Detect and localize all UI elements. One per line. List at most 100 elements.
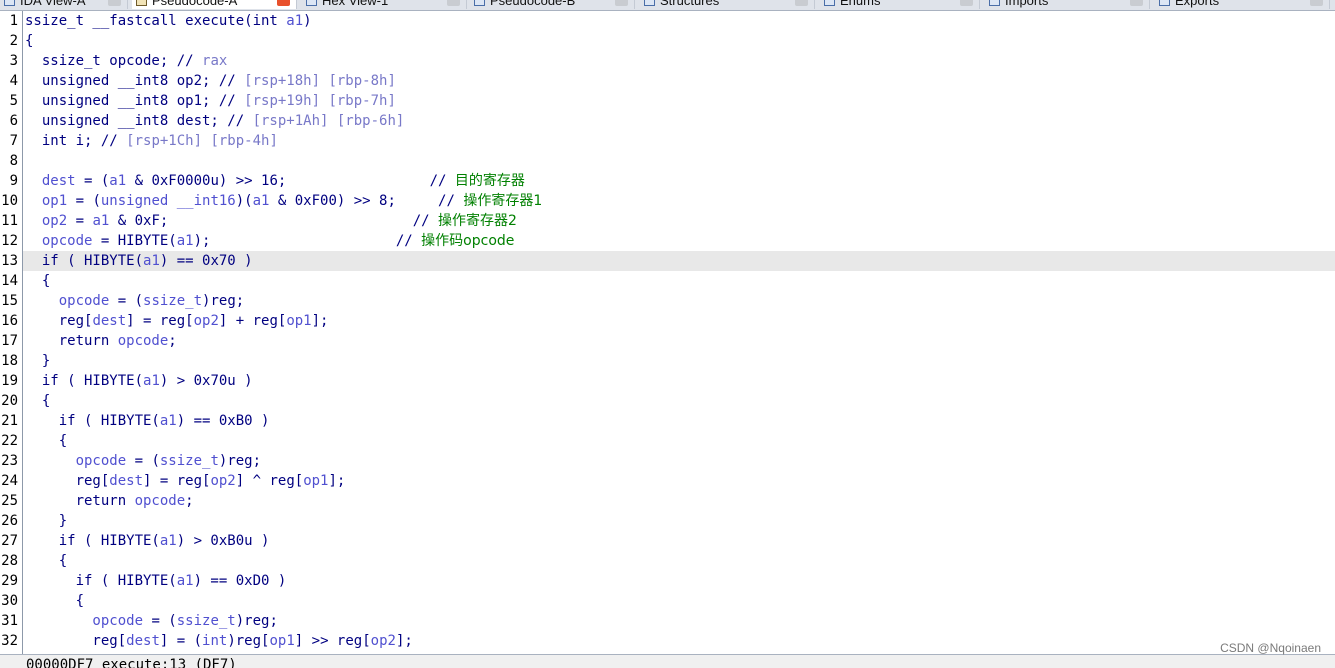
code-line[interactable]: if ( HIBYTE(a1) == 0xD0 ) xyxy=(25,571,287,591)
code-identifier[interactable]: op1 xyxy=(25,193,67,209)
code-token: ]; xyxy=(328,473,346,489)
code-identifier[interactable]: a1 xyxy=(253,193,270,209)
code-identifier[interactable]: dest xyxy=(25,173,76,189)
code-line[interactable]: reg[dest] = reg[op2] + reg[op1]; xyxy=(25,311,329,331)
code-identifier[interactable]: ssize_t xyxy=(160,453,219,469)
code-line[interactable]: opcode = HIBYTE(a1); // 操作码opcode xyxy=(25,231,515,251)
close-tab-icon[interactable] xyxy=(1130,0,1143,6)
tab-label: Structures xyxy=(660,0,720,8)
line-number: 4 xyxy=(9,73,18,89)
code-line[interactable]: op1 = (unsigned __int16)(a1 & 0xF00) >> … xyxy=(25,191,542,211)
code-identifier[interactable]: opcode xyxy=(118,333,169,349)
tab-pseudocode-a[interactable]: Pseudocode-A xyxy=(132,0,297,9)
tab-imports[interactable]: Imports xyxy=(985,0,1150,9)
tab-pseudocode-b[interactable]: Pseudocode-B xyxy=(470,0,635,9)
close-tab-icon[interactable] xyxy=(108,0,121,6)
code-token: = ( xyxy=(109,293,144,309)
code-line[interactable]: { xyxy=(25,271,50,291)
close-tab-icon[interactable] xyxy=(1310,0,1323,6)
code-identifier[interactable]: ssize_t xyxy=(143,293,202,309)
tab-hex-view-1[interactable]: Hex View-1 xyxy=(302,0,467,9)
code-line[interactable]: if ( HIBYTE(a1) == 0x70 ) xyxy=(25,251,253,271)
code-line[interactable]: if ( HIBYTE(a1) == 0xB0 ) xyxy=(25,411,270,431)
code-line[interactable]: { xyxy=(25,431,67,451)
code-line[interactable]: dest = (a1 & 0xF0000u) >> 16; // 目的寄存器 xyxy=(25,171,525,191)
code-identifier[interactable]: opcode xyxy=(135,493,186,509)
code-line[interactable]: } xyxy=(25,351,50,371)
code-token: & 0xF; // xyxy=(109,213,439,229)
code-identifier[interactable]: a1 xyxy=(143,253,160,269)
code-token: reg[ xyxy=(25,633,127,649)
code-line[interactable]: opcode = (ssize_t)reg; xyxy=(25,451,261,471)
code-line[interactable]: return opcode; xyxy=(25,491,194,511)
code-line[interactable]: { xyxy=(25,551,67,571)
code-identifier[interactable]: a1 xyxy=(143,373,160,389)
code-line[interactable]: reg[dest] = (int)reg[op1] >> reg[op2]; xyxy=(25,631,412,651)
line-number: 1 xyxy=(9,13,18,29)
code-identifier[interactable]: a1 xyxy=(160,413,177,429)
tab-exports[interactable]: Exports xyxy=(1155,0,1330,9)
code-identifier[interactable]: op2 xyxy=(194,313,219,329)
pseudocode-view[interactable]: ssize_t __fastcall execute(int a1) { ssiz… xyxy=(23,11,1335,654)
code-identifier[interactable]: a1 xyxy=(177,573,194,589)
code-line[interactable]: ssize_t opcode; // rax xyxy=(25,51,227,71)
code-identifier[interactable]: opcode xyxy=(25,453,127,469)
code-identifier[interactable]: op2 xyxy=(371,633,396,649)
code-line[interactable]: return opcode; xyxy=(25,331,177,351)
code-line[interactable]: int i; // [rsp+1Ch] [rbp-4h] xyxy=(25,131,278,151)
code-line[interactable]: } xyxy=(25,511,67,531)
code-identifier[interactable]: dest xyxy=(109,473,143,489)
tab-view-icon xyxy=(4,0,15,6)
code-identifier[interactable]: a1 xyxy=(177,233,194,249)
code-line[interactable]: unsigned __int8 op1; // [rsp+19h] [rbp-7… xyxy=(25,91,396,111)
code-identifier[interactable]: a1 xyxy=(160,533,177,549)
line-number: 13 xyxy=(1,253,18,269)
close-tab-icon[interactable] xyxy=(615,0,628,6)
code-line[interactable]: reg[dest] = reg[op2] ^ reg[op1]; xyxy=(25,471,346,491)
code-token: } xyxy=(25,353,51,369)
line-number: 11 xyxy=(1,213,18,229)
code-token: ssize_t opcode; // xyxy=(25,53,203,69)
code-identifier[interactable]: op2 xyxy=(210,473,235,489)
code-line[interactable]: opcode = (ssize_t)reg; xyxy=(25,291,244,311)
code-line[interactable]: op2 = a1 & 0xF; // 操作寄存器2 xyxy=(25,211,517,231)
line-number: 31 xyxy=(1,613,18,629)
code-identifier[interactable]: opcode xyxy=(25,613,143,629)
line-number: 26 xyxy=(1,513,18,529)
close-tab-icon[interactable] xyxy=(277,0,290,6)
line-number: 17 xyxy=(1,333,18,349)
code-line[interactable]: unsigned __int8 op2; // [rsp+18h] [rbp-8… xyxy=(25,71,396,91)
code-line[interactable]: { xyxy=(25,31,33,51)
close-tab-icon[interactable] xyxy=(447,0,460,6)
code-line[interactable]: unsigned __int8 dest; // [rsp+1Ah] [rbp-… xyxy=(25,111,404,131)
tab-label: Imports xyxy=(1005,0,1049,8)
code-line[interactable]: if ( HIBYTE(a1) > 0xB0u ) xyxy=(25,531,270,551)
code-token: { xyxy=(25,273,51,289)
tab-ida-view-a[interactable]: IDA View-A xyxy=(0,0,128,9)
code-identifier[interactable]: op1 xyxy=(269,633,294,649)
code-identifier[interactable]: ssize_t xyxy=(177,613,236,629)
code-identifier[interactable]: op1 xyxy=(303,473,328,489)
close-tab-icon[interactable] xyxy=(795,0,808,6)
code-identifier[interactable]: dest xyxy=(92,313,126,329)
code-identifier[interactable]: opcode xyxy=(25,293,110,309)
code-identifier[interactable]: a1 xyxy=(109,173,126,189)
code-line[interactable]: { xyxy=(25,591,84,611)
code-identifier[interactable]: op2 xyxy=(25,213,67,229)
code-identifier[interactable]: opcode xyxy=(25,233,93,249)
code-token: unsigned __int8 dest; // xyxy=(25,113,253,129)
code-line[interactable]: { xyxy=(25,391,50,411)
close-tab-icon[interactable] xyxy=(960,0,973,6)
code-token: = ( xyxy=(126,453,160,469)
code-identifier[interactable]: unsigned __int16 xyxy=(101,193,236,209)
tab-enums[interactable]: Enums xyxy=(820,0,980,9)
code-line[interactable]: opcode = (ssize_t)reg; xyxy=(25,611,277,631)
code-identifier[interactable]: op1 xyxy=(286,313,311,329)
code-line[interactable]: if ( HIBYTE(a1) > 0x70u ) xyxy=(25,371,253,391)
code-identifier[interactable]: a1 xyxy=(286,13,303,29)
code-identifier[interactable]: a1 xyxy=(92,213,109,229)
code-identifier[interactable]: dest xyxy=(126,633,160,649)
tab-structures[interactable]: Structures xyxy=(640,0,815,9)
code-line[interactable]: ssize_t __fastcall execute(int a1) xyxy=(25,11,312,31)
code-identifier[interactable]: int xyxy=(202,633,227,649)
